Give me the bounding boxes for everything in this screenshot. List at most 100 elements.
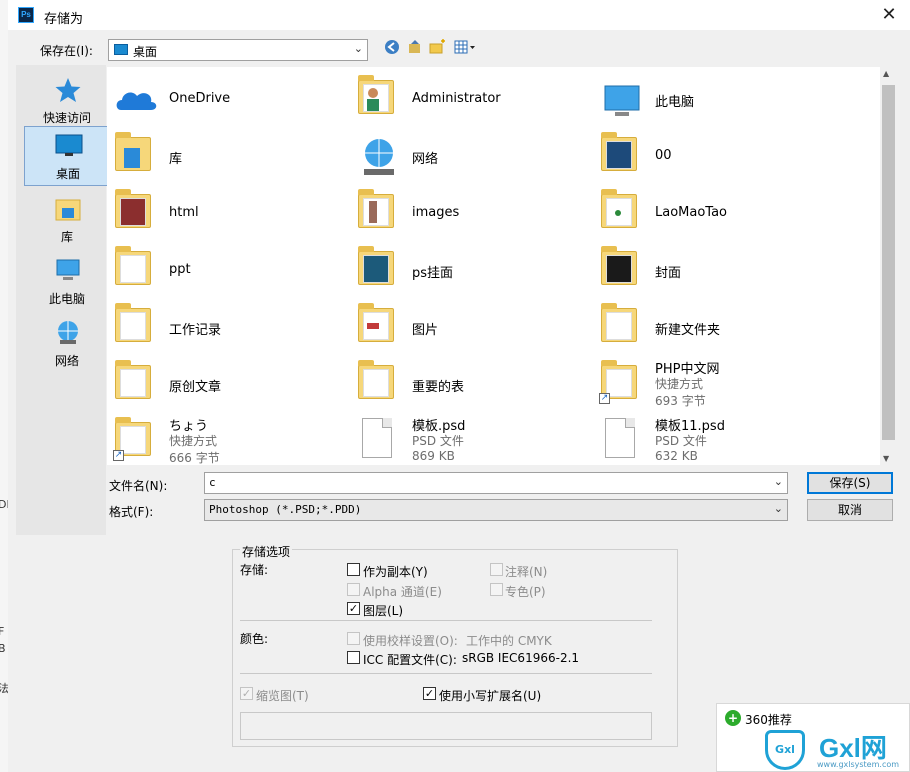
file-item-ppt[interactable]: ppt <box>111 243 351 299</box>
icc-profile-label[interactable]: ICC 配置文件(C): <box>363 651 457 668</box>
file-item-00[interactable]: 00 <box>597 129 837 185</box>
icc-profile-checkbox[interactable] <box>347 651 360 664</box>
file-item-html[interactable]: html <box>111 186 351 242</box>
file-size: 869 KB <box>412 449 455 463</box>
shortcut-arrow-icon: ↗ <box>113 450 124 461</box>
file-item-important-tables[interactable]: 重要的表 <box>354 357 594 413</box>
file-list-scrollbar[interactable]: ▲ ▼ <box>880 67 897 465</box>
file-name: LaoMaoTao <box>655 205 728 220</box>
view-menu-button[interactable] <box>451 39 479 61</box>
file-name: Administrator <box>412 91 501 106</box>
file-name: images <box>412 205 460 220</box>
file-item-network[interactable]: 网络 <box>354 129 594 185</box>
file-name: 库 <box>169 152 183 167</box>
filename-input[interactable]: c ⌄ <box>204 472 788 494</box>
file-item-work-records[interactable]: 工作记录 <box>111 300 351 356</box>
window-title: 存储为 <box>44 12 84 27</box>
file-item-onedrive[interactable]: OneDrive <box>111 72 351 128</box>
folder-icon <box>601 132 637 171</box>
spot-colors-checkbox <box>490 583 503 596</box>
file-size: 693 字节 <box>655 394 706 408</box>
file-item-pictures[interactable]: 图片 <box>354 300 594 356</box>
alpha-channels-label: Alpha 通道(E) <box>363 585 442 599</box>
popup-title: 360推荐 <box>745 713 792 727</box>
proof-setup-label: 使用校样设置(O): <box>363 634 458 648</box>
filename-label: 文件名(N): <box>109 479 168 493</box>
file-item-images[interactable]: images <box>354 186 594 242</box>
file-type: PSD 文件 <box>412 434 464 448</box>
lowercase-extension-checkbox[interactable]: ✓ <box>423 687 436 700</box>
file-item-php-shortcut[interactable]: ↗ PHP中文网 快捷方式 693 字节 <box>597 357 837 413</box>
scrollbar-thumb[interactable] <box>882 85 895 440</box>
new-folder-button[interactable] <box>427 39 449 61</box>
file-item-original-articles[interactable]: 原创文章 <box>111 357 351 413</box>
as-copy-label[interactable]: 作为副本(Y) <box>363 563 428 580</box>
file-name: 网络 <box>412 152 439 167</box>
file-item-ps-guamian[interactable]: ps挂面 <box>354 243 594 299</box>
onedrive-cloud-icon <box>116 92 157 110</box>
save-button[interactable]: 保存(S) <box>807 472 893 494</box>
place-desktop[interactable]: 桌面 <box>24 126 110 186</box>
file-size: 632 KB <box>655 449 698 463</box>
place-library[interactable]: 库 <box>24 190 110 250</box>
title-bar: Ps 存储为 ✕ <box>8 0 910 30</box>
file-item-chou-shortcut[interactable]: ↗ ちょう 快捷方式 666 字节 <box>111 414 351 470</box>
folder-icon <box>601 189 637 228</box>
background-window-strip: DDFB法 <box>0 0 8 772</box>
place-label: 桌面 <box>55 167 80 181</box>
places-bar: 快速访问 桌面 库 此电脑 网络 <box>16 65 110 535</box>
360-recommend-popup[interactable]: + 360推荐 Gxl Gxl网 www.gxlsystem.com <box>716 703 910 772</box>
as-copy-checkbox[interactable] <box>347 563 360 576</box>
close-button[interactable]: ✕ <box>876 4 902 26</box>
gxl-shield-logo: Gxl <box>765 730 805 770</box>
icc-profile-value: sRGB IEC61966-2.1 <box>462 651 580 665</box>
layers-label[interactable]: 图层(L) <box>363 602 403 619</box>
file-type: 快捷方式 <box>169 434 218 448</box>
file-name: 工作记录 <box>169 323 222 338</box>
new-folder-icon <box>429 39 445 54</box>
folder-icon <box>358 246 394 285</box>
file-item-fengmian[interactable]: 封面 <box>597 243 837 299</box>
layers-checkbox[interactable]: ✓ <box>347 602 360 615</box>
file-name: 重要的表 <box>412 380 465 395</box>
file-item-this-pc[interactable]: 此电脑 <box>597 72 837 128</box>
lowercase-extension-label[interactable]: 使用小写扩展名(U) <box>439 687 541 704</box>
file-item-administrator[interactable]: Administrator <box>354 72 594 128</box>
file-item-template-psd[interactable]: 模板.psd PSD 文件 869 KB <box>354 414 594 470</box>
folder-icon <box>358 189 394 228</box>
chevron-down-icon[interactable]: ⌄ <box>774 475 783 488</box>
file-name: 此电脑 <box>655 95 695 110</box>
file-type: 快捷方式 <box>655 377 704 391</box>
place-network[interactable]: 网络 <box>24 314 110 374</box>
place-label: 库 <box>60 230 73 244</box>
file-item-laomaotao[interactable]: LaoMaoTao <box>597 186 837 242</box>
format-select[interactable]: Photoshop (*.PSD;*.PDD) ⌄ <box>204 499 788 521</box>
cancel-button[interactable]: 取消 <box>807 499 893 521</box>
scroll-down-icon[interactable]: ▼ <box>883 454 889 463</box>
proof-setup-checkbox <box>347 632 360 645</box>
network-icon <box>364 139 394 175</box>
notes-label: 注释(N) <box>505 565 548 579</box>
file-name: 新建文件夹 <box>655 323 721 338</box>
folder-icon <box>115 360 151 399</box>
file-item-template11-psd[interactable]: 模板11.psd PSD 文件 632 KB <box>597 414 837 470</box>
chevron-down-icon: ⌄ <box>353 42 363 55</box>
back-button[interactable] <box>381 39 403 61</box>
folder-icon <box>358 360 394 399</box>
place-quick-access[interactable]: 快速访问 <box>24 71 110 131</box>
place-this-pc[interactable]: 此电脑 <box>24 252 110 312</box>
library-icon <box>55 199 81 221</box>
file-item-library[interactable]: 库 <box>111 129 351 185</box>
up-folder-icon <box>409 40 420 53</box>
up-folder-button[interactable] <box>404 39 426 61</box>
save-as-dialog: Ps 存储为 ✕ 保存在(I): 桌面 ⌄ 快速访问 桌面 库 此电脑 网络 O… <box>8 0 910 772</box>
file-name: 图片 <box>412 323 439 338</box>
desktop-icon <box>114 44 128 55</box>
thumbnail-label: 缩览图(T) <box>256 689 309 703</box>
save-in-dropdown[interactable]: 桌面 ⌄ <box>108 39 368 61</box>
file-name: 原创文章 <box>169 380 222 395</box>
shortcut-arrow-icon: ↗ <box>599 393 610 404</box>
warning-message-area <box>240 712 652 740</box>
scroll-up-icon[interactable]: ▲ <box>883 69 889 78</box>
file-item-new-folder[interactable]: 新建文件夹 <box>597 300 837 356</box>
